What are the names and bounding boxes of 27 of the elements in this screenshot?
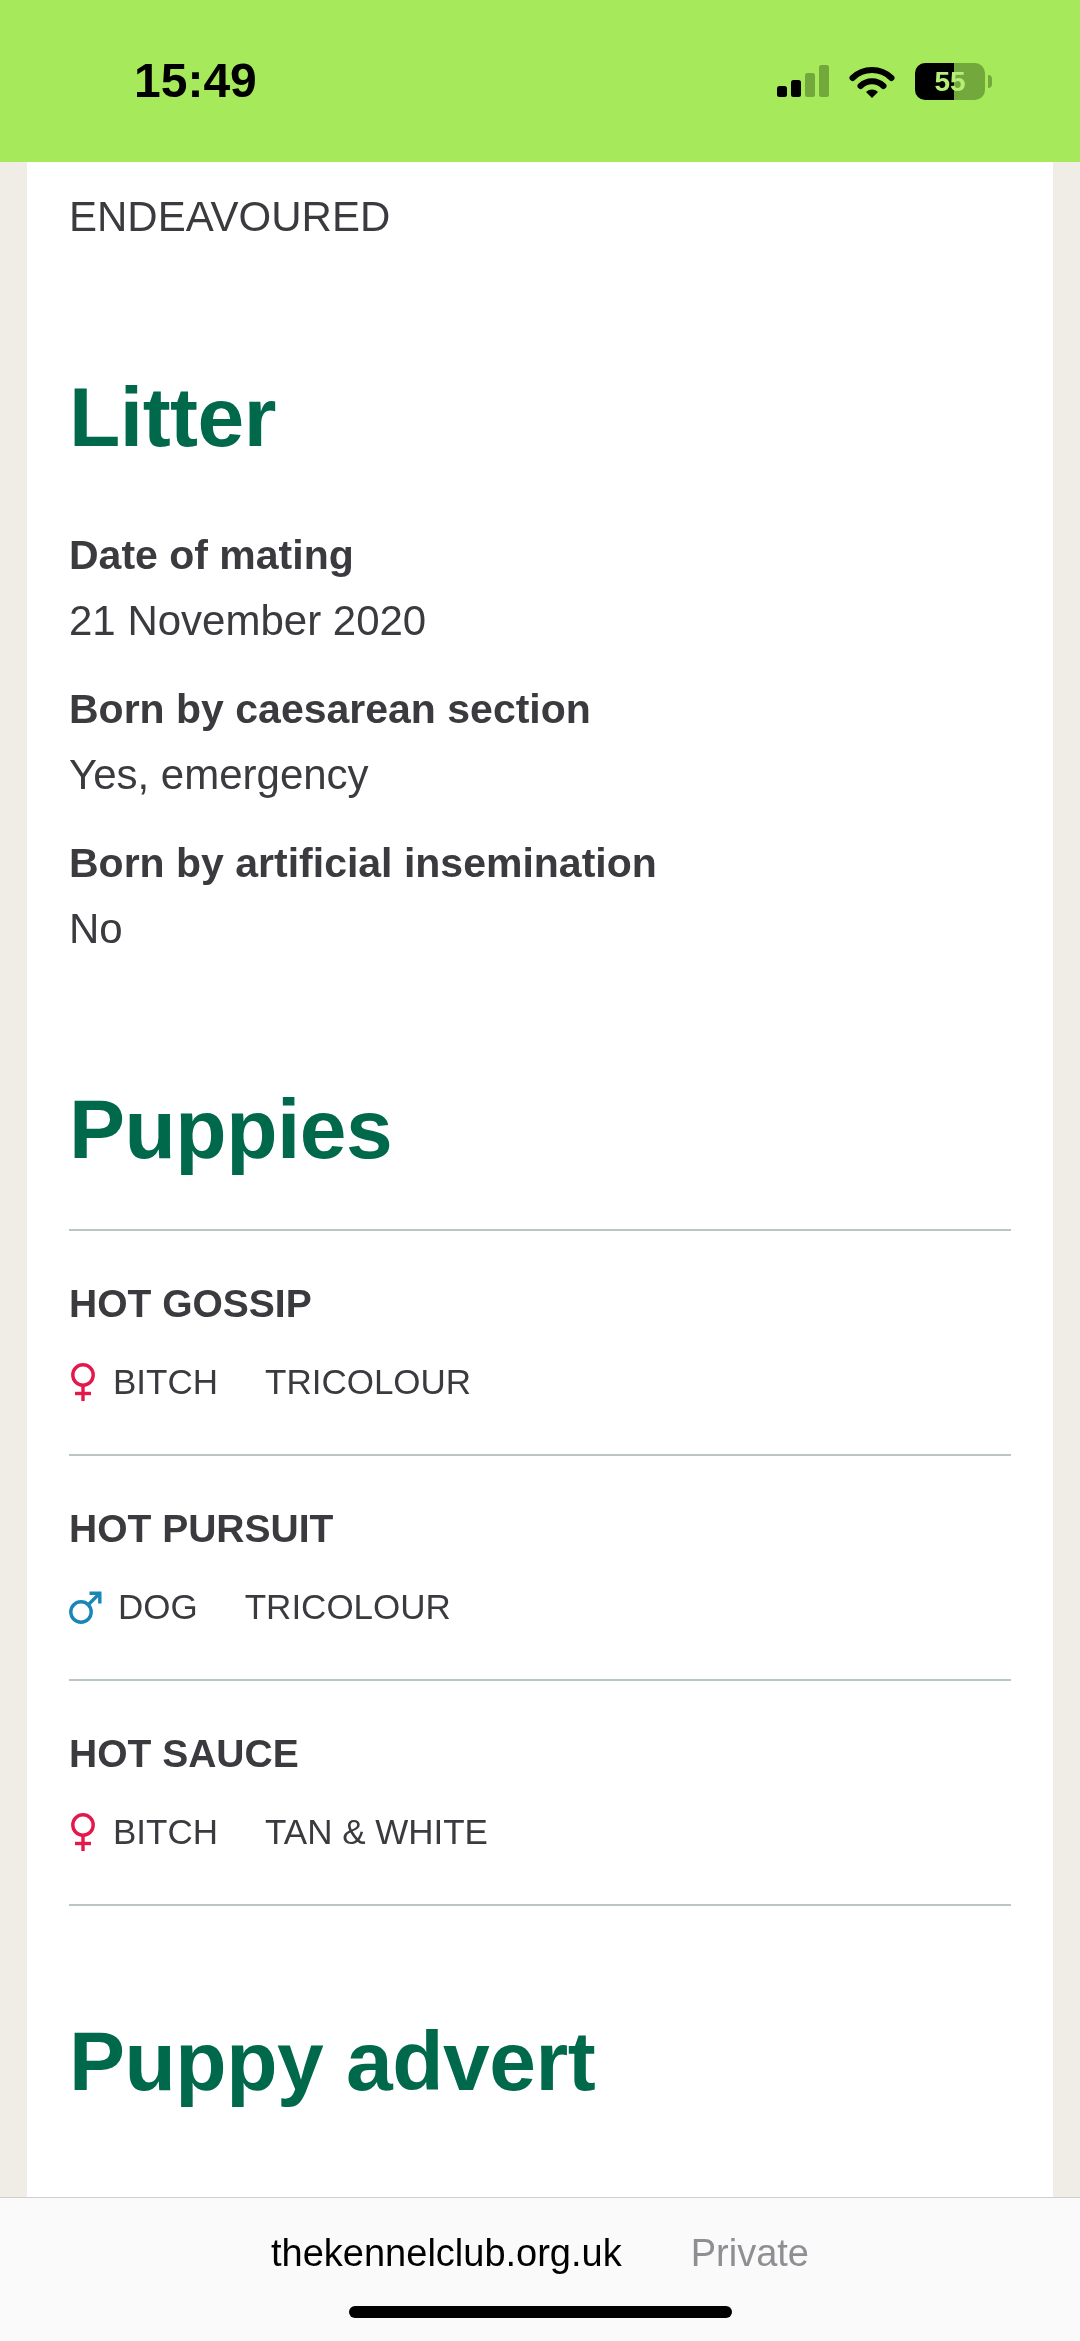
- url-text[interactable]: thekennelclub.org.uk: [271, 2230, 622, 2276]
- section-heading: Litter: [69, 369, 277, 466]
- puppy-sex: DOG: [118, 1586, 198, 1628]
- field-label: Date of mating: [69, 531, 355, 580]
- puppy-name: HOT SAUCE: [69, 1731, 300, 1777]
- puppy-name: HOT PURSUIT: [69, 1506, 335, 1552]
- female-icon: [69, 1813, 97, 1851]
- female-icon: [69, 1363, 97, 1401]
- puppy-colour: TAN & WHITE: [265, 1811, 488, 1853]
- field-value: Yes, emergency: [69, 750, 370, 800]
- signal-icon: [777, 65, 829, 97]
- puppy-name: HOT GOSSIP: [69, 1281, 313, 1327]
- section-heading: Puppy advert: [69, 2013, 597, 2110]
- field-value: No: [69, 904, 124, 954]
- male-icon: [69, 1590, 102, 1624]
- field-label: Born by caesarean section: [69, 685, 592, 734]
- status-time: 15:49: [134, 53, 257, 109]
- puppy-sex: BITCH: [113, 1811, 218, 1853]
- wifi-icon: [848, 64, 896, 98]
- private-label: Private: [690, 2231, 809, 2276]
- section-heading: Puppies: [69, 1081, 394, 1178]
- puppy-colour: TRICOLOUR: [265, 1361, 472, 1403]
- puppy-sex: BITCH: [113, 1361, 218, 1403]
- field-label: Born by artificial insemination: [69, 839, 658, 888]
- field-value: ENDEAVOURED: [69, 192, 392, 242]
- puppy-colour: TRICOLOUR: [244, 1586, 451, 1628]
- field-value: 21 November 2020: [69, 596, 428, 646]
